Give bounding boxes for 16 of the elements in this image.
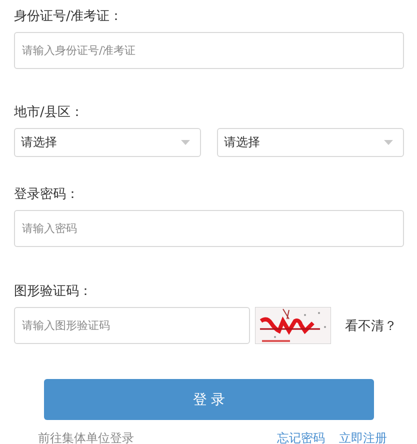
region-select[interactable]: 请选择 [14, 128, 201, 157]
region-select[interactable]: 请选择 [217, 128, 404, 157]
refresh-link[interactable]: 看不清？ [345, 316, 397, 334]
login-button[interactable]: 登 录 [44, 379, 374, 420]
password-field[interactable]: 请输入密码 [14, 210, 404, 247]
field-label: 身份证号/准考证： [14, 8, 124, 26]
caret-icon [384, 140, 393, 145]
caret-icon [181, 140, 190, 145]
register-link[interactable]: 立即注册 [339, 430, 387, 444]
captcha-field[interactable]: 请输入图形验证码 [14, 307, 250, 344]
group-login-link[interactable]: 前往集体单位登录 [38, 430, 134, 444]
id-number-field[interactable]: 请输入身份证号/准考证 [14, 32, 404, 69]
field-label: 登录密码： [14, 186, 80, 204]
field-label: 图形验证码： [14, 283, 93, 301]
forgot-password-link[interactable]: 忘记密码 [277, 430, 325, 444]
field-label: 地市/县区： [14, 104, 84, 122]
